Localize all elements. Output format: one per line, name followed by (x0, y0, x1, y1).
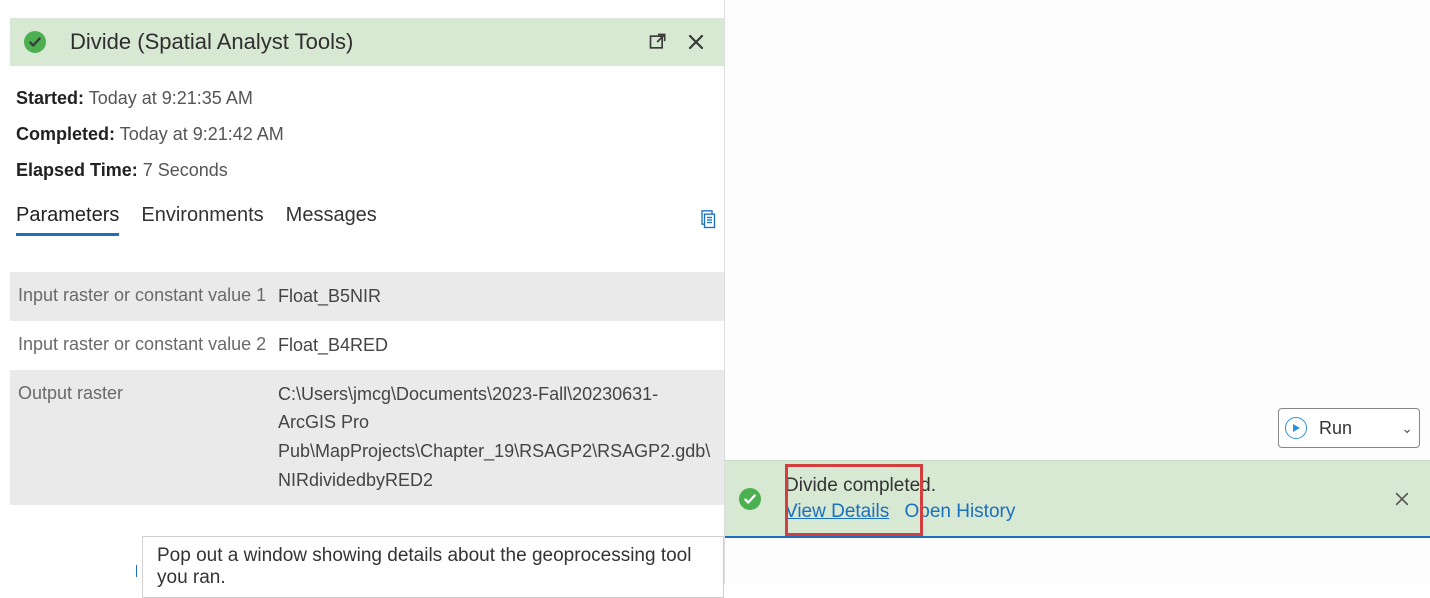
play-icon (1285, 417, 1307, 439)
open-history-link[interactable]: Open History (904, 501, 1015, 522)
details-panel: Divide (Spatial Analyst Tools) Started: … (10, 0, 724, 584)
status-bar: Divide completed. View Details Open Hist… (725, 460, 1430, 538)
title-bar: Divide (Spatial Analyst Tools) (10, 18, 724, 66)
tabs-row: Parameters Environments Messages (10, 198, 724, 236)
elapsed-value: 7 Seconds (143, 160, 228, 180)
tooltip-connector (136, 565, 137, 577)
param-value: Float_B4RED (278, 331, 716, 360)
share-icon[interactable] (644, 28, 672, 56)
copy-icon[interactable] (696, 209, 718, 231)
tab-environments[interactable]: Environments (141, 204, 263, 236)
tooltip: Pop out a window showing details about t… (142, 536, 724, 598)
param-label: Input raster or constant value 2 (18, 331, 278, 360)
status-links: View Details Open History (785, 501, 1388, 523)
tabs: Parameters Environments Messages (16, 204, 696, 236)
success-icon (739, 488, 761, 510)
run-button[interactable]: Run ⌄ (1278, 408, 1420, 448)
parameters-table: Input raster or constant value 1 Float_B… (10, 272, 724, 505)
param-label: Output raster (18, 380, 278, 495)
completed-label: Completed: (16, 124, 115, 144)
tool-title: Divide (Spatial Analyst Tools) (70, 29, 634, 55)
geoprocessing-panel: Run ⌄ Divide completed. View Details Ope… (724, 0, 1430, 584)
chevron-down-icon[interactable]: ⌄ (1401, 420, 1413, 437)
run-label: Run (1319, 418, 1401, 439)
tab-messages[interactable]: Messages (286, 204, 377, 236)
tab-parameters[interactable]: Parameters (16, 204, 119, 236)
run-metadata: Started: Today at 9:21:35 AM Completed: … (10, 66, 724, 198)
completed-value: Today at 9:21:42 AM (120, 124, 284, 144)
close-icon[interactable] (1388, 485, 1416, 513)
param-value: C:\Users\jmcg\Documents\2023-Fall\202306… (278, 380, 716, 495)
param-label: Input raster or constant value 1 (18, 282, 278, 311)
started-label: Started: (16, 88, 84, 108)
table-row: Input raster or constant value 2 Float_B… (10, 321, 724, 370)
success-icon (24, 31, 46, 53)
param-value: Float_B5NIR (278, 282, 716, 311)
started-value: Today at 9:21:35 AM (89, 88, 253, 108)
elapsed-label: Elapsed Time: (16, 160, 138, 180)
view-details-link[interactable]: View Details (785, 501, 889, 522)
status-message: Divide completed. (785, 475, 1388, 497)
close-icon[interactable] (682, 28, 710, 56)
status-body: Divide completed. View Details Open Hist… (785, 475, 1388, 523)
table-row: Input raster or constant value 1 Float_B… (10, 272, 724, 321)
table-row: Output raster C:\Users\jmcg\Documents\20… (10, 370, 724, 505)
